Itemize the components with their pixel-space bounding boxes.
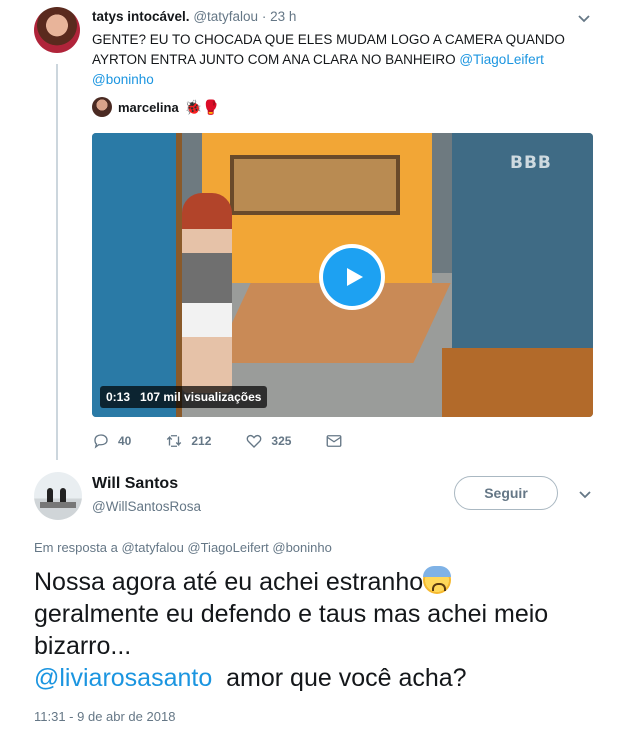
reply-line-text: Nossa agora até eu achei estranho bbox=[34, 568, 424, 596]
video-watermark: BBB bbox=[510, 153, 552, 173]
video-author-row[interactable]: marcelina 🐞🥊 bbox=[92, 96, 220, 118]
author-name[interactable]: tatys intocável. bbox=[92, 9, 190, 24]
reply-count: 40 bbox=[118, 434, 132, 448]
replying-to: Em resposta a @tatyfalou @TiagoLeifert @… bbox=[34, 540, 332, 555]
follow-button[interactable]: Seguir bbox=[454, 476, 558, 510]
reply-line-text: amor que você acha? bbox=[226, 664, 467, 692]
video-player[interactable]: BBB 0:13 107 mil visualizações bbox=[92, 133, 593, 417]
video-author-name[interactable]: marcelina bbox=[118, 100, 179, 115]
retweet-button[interactable]: 212 bbox=[165, 432, 211, 450]
chevron-down-icon[interactable] bbox=[576, 10, 592, 26]
mention-link[interactable]: @liviarosasanto bbox=[34, 664, 212, 692]
play-button[interactable] bbox=[319, 244, 385, 310]
video-frame-shelf bbox=[92, 133, 182, 417]
reply-button[interactable]: 40 bbox=[92, 432, 131, 450]
like-button[interactable]: 325 bbox=[245, 432, 291, 450]
thread-connector bbox=[56, 64, 58, 460]
parent-tweet: tatys intocável. @tatyfalou · 23 h GENTE… bbox=[0, 0, 624, 460]
direct-message-button[interactable] bbox=[325, 432, 343, 450]
reply-icon bbox=[94, 434, 108, 449]
video-frame-chair bbox=[442, 348, 593, 417]
video-views: 107 mil visualizações bbox=[140, 390, 262, 404]
author-name[interactable]: Will Santos bbox=[92, 475, 178, 493]
replying-mentions[interactable]: @tatyfalou @TiagoLeifert @boninho bbox=[121, 540, 331, 555]
separator: · bbox=[261, 9, 267, 24]
chevron-down-icon[interactable] bbox=[577, 486, 593, 502]
author-handle[interactable]: @tatyfalou bbox=[193, 9, 258, 24]
retweet-count: 212 bbox=[191, 434, 212, 448]
avatar[interactable] bbox=[34, 472, 82, 520]
mention-link[interactable]: @boninho bbox=[92, 72, 154, 87]
like-count: 325 bbox=[271, 434, 292, 448]
avatar[interactable] bbox=[92, 97, 112, 117]
author-handle[interactable]: @WillSantosRosa bbox=[92, 499, 201, 514]
mention-link[interactable]: @TiagoLeifert bbox=[459, 52, 544, 67]
reply-tweet-text: Nossa agora até eu achei estranho geralm… bbox=[34, 566, 594, 694]
like-icon bbox=[247, 434, 262, 448]
reply-line: @liviarosasanto amor que você acha? bbox=[34, 662, 594, 694]
tweet-actions: 40 212 325 bbox=[92, 430, 377, 452]
video-info-badge: 0:13 107 mil visualizações bbox=[100, 386, 268, 408]
tweet-time[interactable]: 23 h bbox=[270, 9, 296, 24]
play-icon bbox=[347, 268, 363, 286]
video-duration: 0:13 bbox=[106, 390, 131, 404]
author-emojis: 🐞🥊 bbox=[184, 98, 220, 115]
reply-line: Nossa agora até eu achei estranho bbox=[34, 566, 594, 598]
reply-line-text: geralmente eu defendo e taus mas achei m… bbox=[34, 600, 549, 660]
avatar[interactable] bbox=[34, 7, 80, 53]
replying-label: Em resposta a bbox=[34, 540, 118, 555]
anxious-face-emoji bbox=[423, 566, 452, 594]
video-frame-person bbox=[182, 193, 232, 393]
retweet-icon bbox=[167, 435, 182, 447]
message-icon bbox=[326, 435, 342, 447]
tweet-text: GENTE? EU TO CHOCADA QUE ELES MUDAM LOGO… bbox=[92, 30, 592, 90]
tweet-timestamp[interactable]: 11:31 - 9 de abr de 2018 bbox=[34, 709, 175, 724]
video-frame-mirror bbox=[230, 155, 400, 215]
tweet-header: tatys intocável. @tatyfalou · 23 h bbox=[92, 9, 296, 24]
